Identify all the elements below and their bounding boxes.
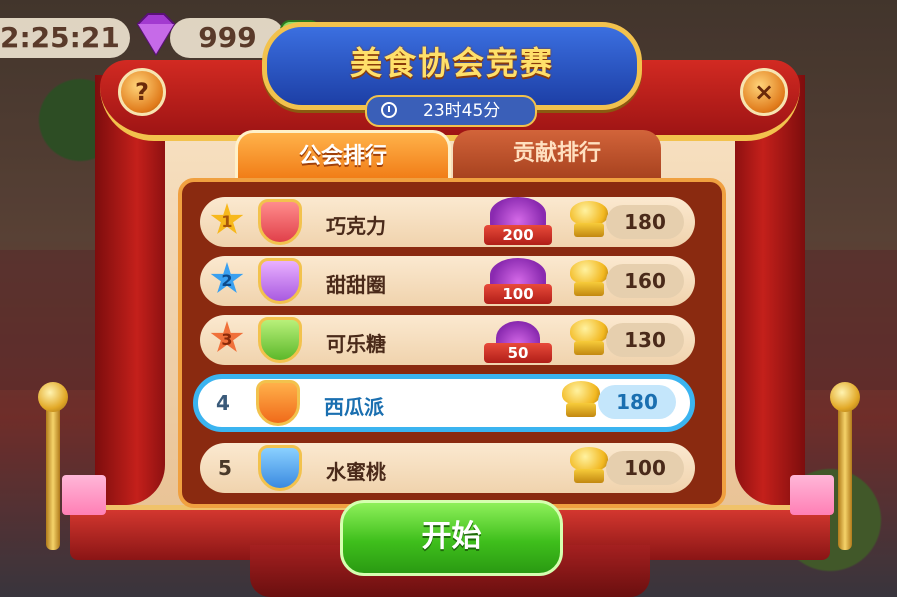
tab-contribution-ranking[interactable]: 贡献排行	[453, 130, 661, 178]
help-button[interactable]: ?	[118, 68, 166, 116]
hud-timer: 2:25:21	[0, 18, 130, 58]
gem-reward: 100	[484, 284, 552, 304]
rank-star-blue-icon: 2	[210, 262, 244, 293]
leaf-badge-icon	[258, 317, 302, 363]
gem-reward: 50	[484, 343, 552, 363]
ranking-row[interactable]: 2 甜甜圈 100 160	[200, 256, 695, 306]
chef-hat-icon	[568, 260, 610, 300]
tab-guild-ranking[interactable]: 公会排行	[235, 130, 451, 181]
stanchion-pole-left	[46, 400, 60, 550]
ranking-row[interactable]: 5 水蜜桃 100	[200, 443, 695, 493]
gift-badge-icon	[256, 380, 300, 426]
chef-hat-icon	[568, 447, 610, 487]
gem-icon	[136, 13, 176, 56]
rank-star-orange-icon: 3	[210, 321, 244, 352]
guild-score: 130	[606, 323, 684, 357]
guild-score: 100	[606, 451, 684, 485]
chef-hat-icon	[568, 319, 610, 359]
guild-score: 180	[606, 205, 684, 239]
alarm-clock-icon	[381, 102, 397, 118]
guild-name: 巧克力	[326, 214, 386, 238]
stanchion-pole-right	[838, 400, 852, 550]
stanchion-knob-right	[830, 382, 860, 412]
lightning-badge-icon	[258, 445, 302, 491]
close-button[interactable]: ×	[740, 68, 788, 116]
guild-name: 水蜜桃	[326, 460, 386, 484]
countdown-text: 23时45分	[423, 101, 501, 121]
guild-name: 西瓜派	[324, 395, 384, 419]
chef-hat-icon	[560, 381, 602, 421]
rank-number: 5	[218, 456, 232, 480]
gift-box-icon	[790, 475, 834, 515]
guild-name: 可乐糖	[326, 332, 386, 356]
ranking-row-own-guild[interactable]: 4 西瓜派 180	[193, 374, 695, 432]
rank-star-gold-icon: 1	[210, 203, 244, 234]
ranking-row[interactable]: 3 可乐糖 50 130	[200, 315, 695, 365]
ranking-row[interactable]: 1 巧克力 200 180	[200, 197, 695, 247]
rank-number: 4	[216, 391, 230, 415]
chef-hat-icon	[568, 201, 610, 241]
start-button[interactable]: 开始	[340, 500, 563, 576]
guild-score: 180	[598, 385, 676, 419]
stanchion-knob-left	[38, 382, 68, 412]
guild-score: 160	[606, 264, 684, 298]
strawberry-badge-icon	[258, 199, 302, 245]
countdown-pill: 23时45分	[365, 95, 537, 127]
gift-box-icon	[62, 475, 106, 515]
guild-name: 甜甜圈	[326, 273, 386, 297]
gem-reward: 200	[484, 225, 552, 245]
event-title: 美食协会竞赛	[349, 44, 554, 82]
balloon-badge-icon	[258, 258, 302, 304]
